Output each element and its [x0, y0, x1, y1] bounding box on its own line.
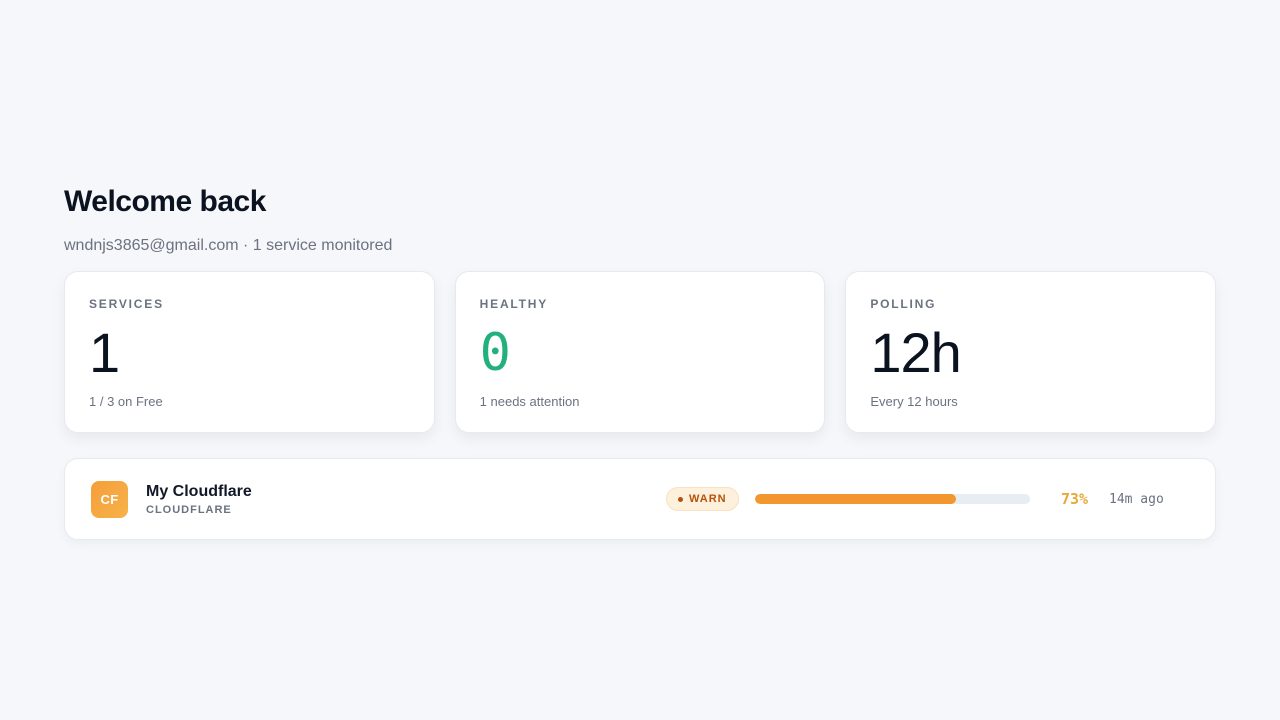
stat-label: HEALTHY [479, 297, 549, 311]
stat-note: 1 / 3 on Free [89, 394, 163, 409]
stat-label: POLLING [870, 297, 937, 311]
status-badge-label: WARN [689, 493, 727, 505]
usage-progress-bar [755, 494, 1030, 504]
status-dot-icon [678, 496, 683, 502]
last-checked: 14m ago [1109, 492, 1164, 507]
service-row-cloudflare[interactable]: CF My Cloudflare CLOUDFLARE WARN 73% 14m… [64, 458, 1216, 540]
stat-value: 12h [870, 321, 961, 384]
stats-cards: SERVICES 1 1 / 3 on Free HEALTHY 0 1 nee… [64, 271, 1217, 433]
service-provider: CLOUDFLARE [146, 504, 232, 516]
stat-card-healthy: HEALTHY 0 1 needs attention [454, 271, 826, 433]
dashboard-page: Welcome back wndnjs3865@gmail.com · 1 se… [0, 0, 1280, 720]
status-badge: WARN [666, 487, 739, 511]
stat-note: 1 needs attention [479, 394, 580, 409]
stat-card-polling: POLLING 12h Every 12 hours [845, 271, 1217, 433]
stat-card-services: SERVICES 1 1 / 3 on Free [64, 271, 435, 433]
service-avatar: CF [91, 481, 128, 518]
service-name: My Cloudflare [146, 483, 252, 500]
usage-percent: 73% [1061, 490, 1089, 508]
page-title: Welcome back [64, 185, 266, 218]
welcome-header: Welcome back wndnjs3865@gmail.com · 1 se… [64, 184, 392, 256]
stat-note: Every 12 hours [870, 394, 958, 409]
account-summary: wndnjs3865@gmail.com · 1 service monitor… [64, 237, 393, 254]
usage-progress-fill [755, 494, 956, 504]
stat-value: 0 [479, 323, 511, 383]
stat-value: 1 [89, 321, 120, 384]
stat-label: SERVICES [89, 297, 164, 311]
